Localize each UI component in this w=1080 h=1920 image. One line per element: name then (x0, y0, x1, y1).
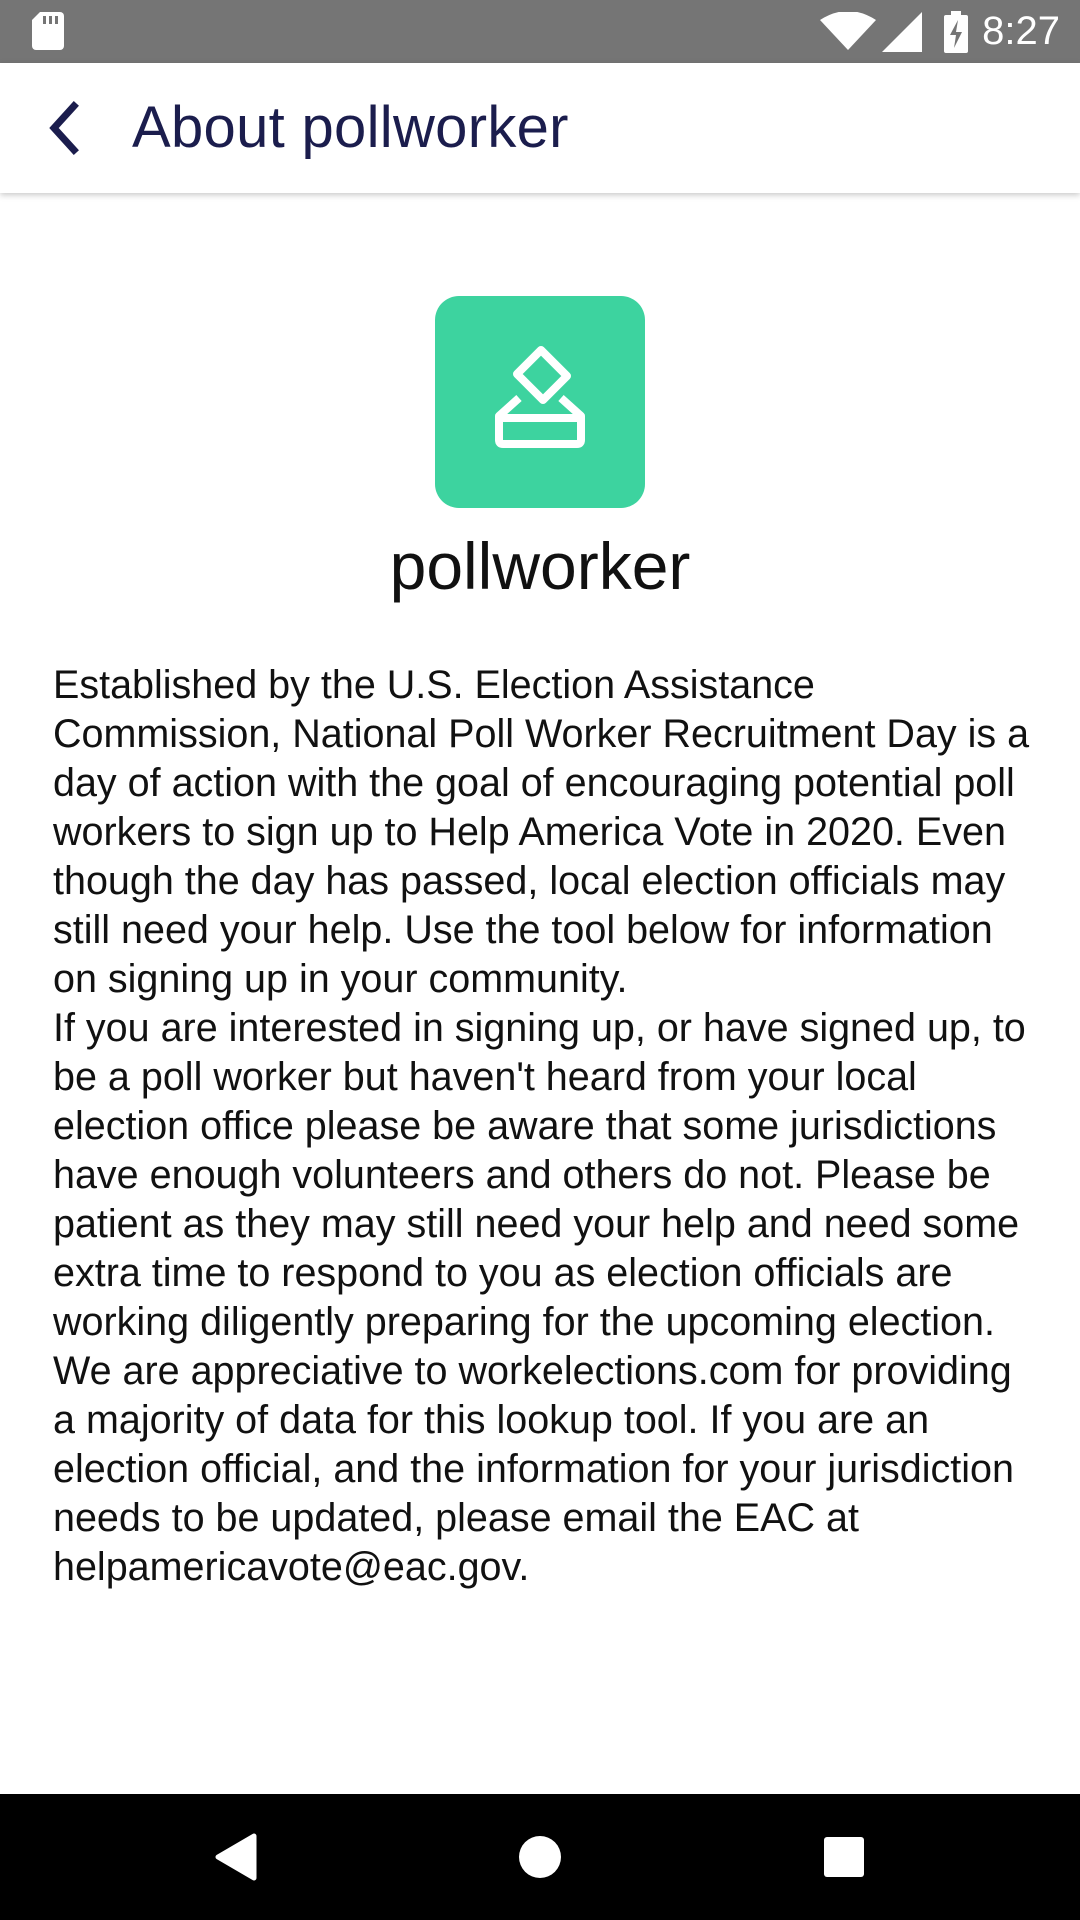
app-bar: About pollworker (0, 63, 1080, 193)
status-time: 8:27 (982, 9, 1060, 53)
battery-charging-icon (944, 10, 969, 53)
recents-square-icon (824, 1837, 864, 1877)
about-paragraph-1: Established by the U.S. Election Assista… (53, 663, 1030, 1001)
about-description: Established by the U.S. Election Assista… (53, 661, 1043, 1592)
nav-recents-button[interactable] (814, 1827, 874, 1887)
app-name: pollworker (389, 529, 691, 603)
ballot-box-icon (495, 346, 585, 448)
status-bar: 8:27 (0, 0, 1080, 63)
app-logo (435, 296, 645, 508)
about-content: pollworker Established by the U.S. Elect… (0, 193, 1080, 1794)
back-button[interactable] (24, 88, 104, 168)
home-circle-icon (519, 1836, 561, 1878)
sd-card-icon (32, 12, 64, 50)
back-arrow-icon (49, 101, 79, 155)
system-nav-bar (0, 1794, 1080, 1920)
nav-back-button[interactable] (206, 1827, 266, 1887)
page-title: About pollworker (132, 95, 569, 160)
about-paragraph-3: We are appreciative to workelections.com… (53, 1349, 1014, 1589)
back-triangle-icon (215, 1833, 257, 1881)
wifi-icon (820, 11, 877, 50)
about-paragraph-2: If you are interested in signing up, or … (53, 1006, 1026, 1344)
cellular-signal-icon (882, 11, 923, 52)
nav-home-button[interactable] (510, 1827, 570, 1887)
